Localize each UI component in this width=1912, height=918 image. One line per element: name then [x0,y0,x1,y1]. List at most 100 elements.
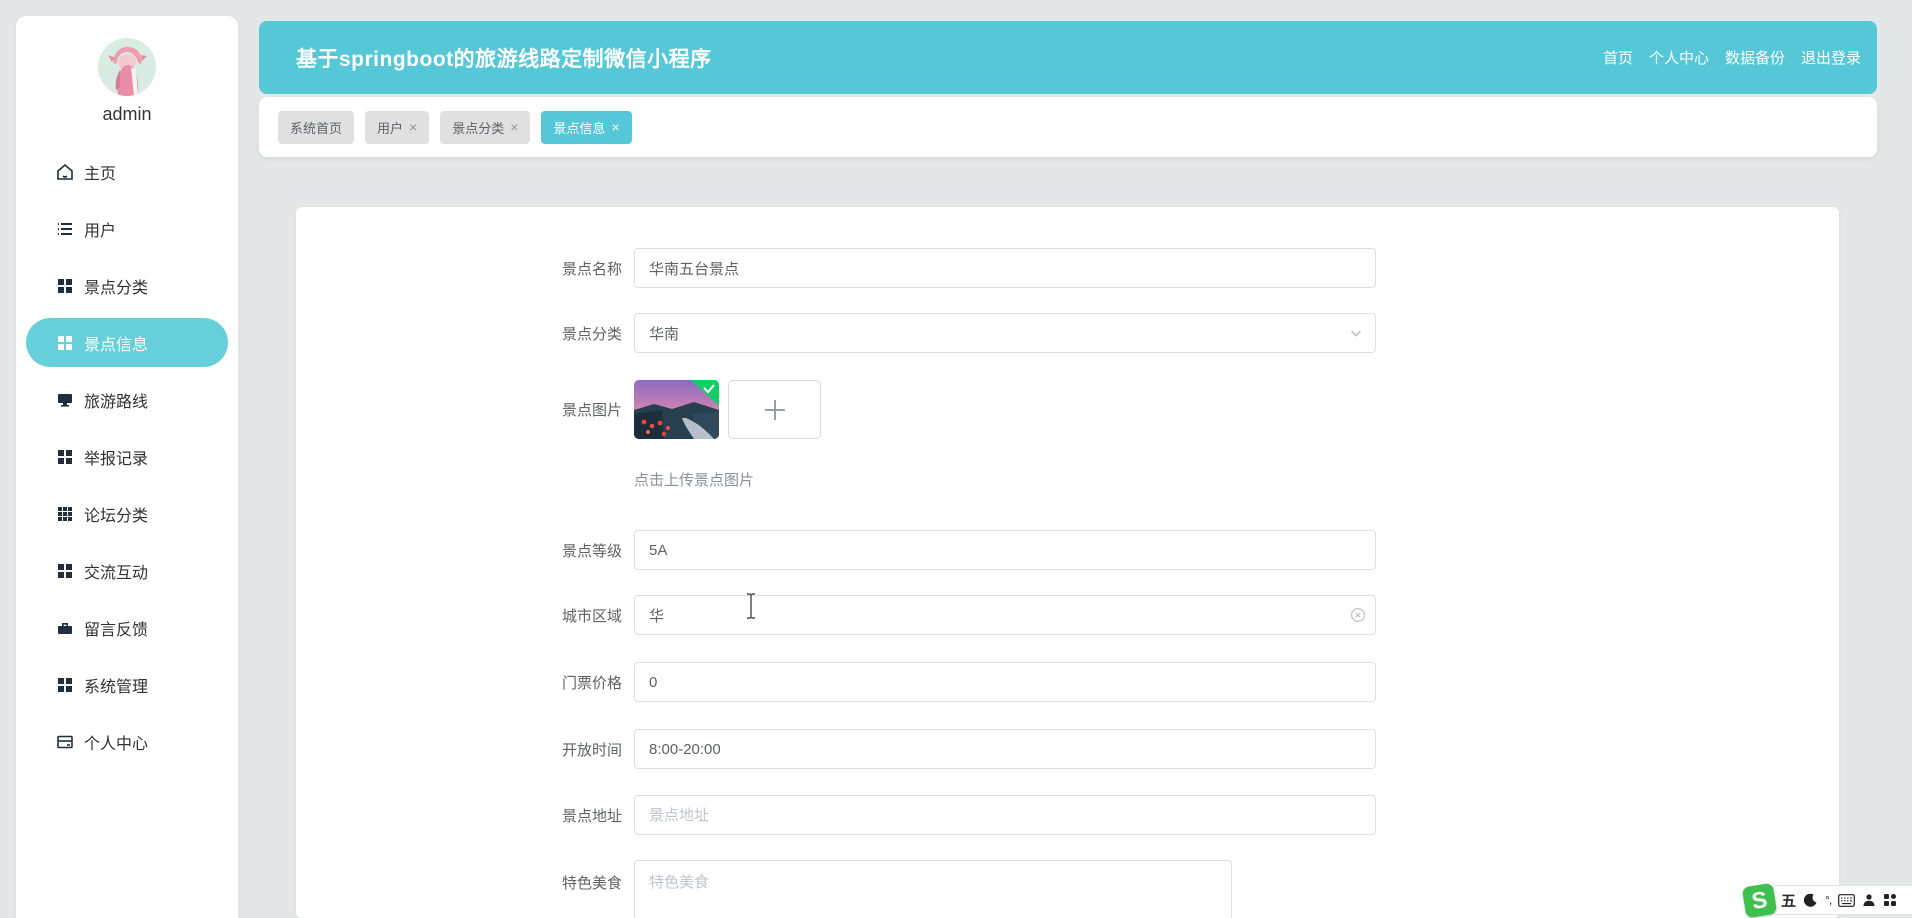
sidebar-item-label: 旅游路线 [84,393,149,411]
sidebar-item-label: 交流互动 [84,564,149,582]
field-label: 景点分类 [561,325,622,343]
sidebar-menu: 主页 用户 景点分类 景点信息 旅游路线 举报记录 论坛分类 交流互动 留言反馈… [16,143,238,770]
tab-label: 用户 [377,120,404,136]
field-label: 特色美食 [561,875,622,892]
sidebar-item-users[interactable]: 用户 [16,200,238,257]
tab-users[interactable]: 用户 × [365,110,430,144]
grid-icon [56,562,74,580]
sidebar-item-forum-category[interactable]: 论坛分类 [16,485,238,542]
sidebar-item-interaction[interactable]: 交流互动 [16,542,238,599]
chevron-down-icon [1348,325,1364,341]
nav-link-logout[interactable]: 退出登录 [1801,47,1861,68]
grid-icon [56,676,74,694]
nav-link-personal-center[interactable]: 个人中心 [1649,47,1709,68]
form-row-address: 景点地址 [296,795,1839,835]
grid9-icon [56,505,74,523]
close-icon[interactable]: × [510,120,518,134]
sogou-logo-icon[interactable]: S [1741,882,1778,918]
tab-bar: 系统首页 用户 × 景点分类 × 景点信息 × [259,97,1877,157]
ticket-price-input[interactable] [634,662,1376,702]
tab-spot-info[interactable]: 景点信息 × [541,110,632,144]
form-row-price: 门票价格 [296,662,1839,702]
grid-icon [56,334,74,352]
sidebar-item-label: 论坛分类 [84,507,149,525]
close-icon[interactable]: × [611,120,619,134]
form-row-image: 景点图片 [296,380,1839,439]
sidebar-item-label: 主页 [84,165,117,183]
sidebar-item-home[interactable]: 主页 [16,143,238,200]
sidebar-item-label: 举报记录 [84,450,149,468]
sidebar-item-label: 景点信息 [84,336,149,354]
form-row-open-time: 开放时间 [296,729,1839,769]
avatar [98,38,156,96]
person-icon[interactable] [1862,893,1876,907]
sidebar-item-feedback[interactable]: 留言反馈 [16,599,238,656]
nav-link-data-backup[interactable]: 数据备份 [1725,47,1785,68]
input-method-toolbar: S 五 °, [1741,882,1912,918]
form-row-food: 特色美食 [296,860,1839,918]
special-food-textarea[interactable] [634,860,1232,918]
uploaded-image-thumbnail[interactable] [634,380,719,439]
select-value: 华南 [649,325,680,343]
tab-label: 景点分类 [452,120,505,136]
sidebar-item-spot-info[interactable]: 景点信息 [26,318,228,367]
header-nav: 首页 个人中心 数据备份 退出登录 [1603,47,1861,68]
spot-name-input[interactable] [634,248,1376,288]
form-row-grade: 景点等级 [296,530,1839,570]
grid-icon [56,277,74,295]
sidebar-item-label: 个人中心 [84,735,149,753]
tab-system-home[interactable]: 系统首页 [278,110,355,144]
card-icon [56,733,74,751]
form-row-name: 景点名称 [296,248,1839,288]
avatar-image [98,38,156,96]
upload-hint-text: 点击上传景点图片 [634,472,755,489]
city-region-input[interactable] [634,595,1376,635]
sidebar-item-label: 景点分类 [84,279,149,297]
field-label: 景点地址 [561,807,622,825]
sidebar-item-travel-route[interactable]: 旅游路线 [16,371,238,428]
wubi-mode-icon[interactable]: 五 [1781,890,1796,911]
list-icon [56,220,74,238]
punctuation-icon[interactable]: °, [1825,893,1832,907]
sidebar-item-label: 用户 [84,222,117,240]
form-row-category: 景点分类 华南 [296,313,1839,353]
plus-icon [764,399,785,420]
field-label: 景点等级 [561,542,622,560]
monitor-icon [56,391,74,409]
upload-add-button[interactable] [728,380,821,439]
grid-icon [56,448,74,466]
form-row-upload-hint: 点击上传景点图片 [296,469,1839,490]
sidebar-item-report-record[interactable]: 举报记录 [16,428,238,485]
keyboard-icon[interactable] [1838,893,1856,907]
spot-category-select[interactable]: 华南 [634,313,1376,353]
clear-input-icon[interactable] [1350,607,1366,623]
nav-link-home[interactable]: 首页 [1603,47,1633,68]
apps-icon[interactable] [1883,893,1897,907]
sidebar-item-personal-center[interactable]: 个人中心 [16,713,238,770]
sidebar: admin 主页 用户 景点分类 景点信息 旅游路线 举报记录 论坛分类 交流互… [16,16,238,918]
close-icon[interactable]: × [409,120,417,134]
form-card: 景点名称 景点分类 华南 景点图片 [296,207,1839,918]
spot-grade-input[interactable] [634,530,1376,570]
sidebar-item-spot-category[interactable]: 景点分类 [16,257,238,314]
home-icon [56,163,74,181]
tab-label: 景点信息 [553,120,606,136]
field-label: 开放时间 [561,741,622,759]
field-label: 景点图片 [561,402,622,419]
field-label: 城市区域 [561,607,622,625]
tab-label: 系统首页 [290,120,343,136]
field-label: 门票价格 [561,674,622,692]
sidebar-item-label: 系统管理 [84,678,149,696]
form-row-city: 城市区域 [296,595,1839,635]
page-title: 基于springboot的旅游线路定制微信小程序 [296,47,712,71]
moon-icon[interactable] [1803,893,1818,908]
sidebar-item-label: 留言反馈 [84,621,149,639]
tab-spot-category[interactable]: 景点分类 × [440,110,531,144]
open-time-input[interactable] [634,729,1376,769]
header-bar: 基于springboot的旅游线路定制微信小程序 首页 个人中心 数据备份 退出… [259,21,1877,94]
briefcase-icon [56,619,74,637]
field-label: 景点名称 [561,260,622,278]
username: admin [102,104,152,124]
sidebar-item-system-manage[interactable]: 系统管理 [16,656,238,713]
spot-address-input[interactable] [634,795,1376,835]
